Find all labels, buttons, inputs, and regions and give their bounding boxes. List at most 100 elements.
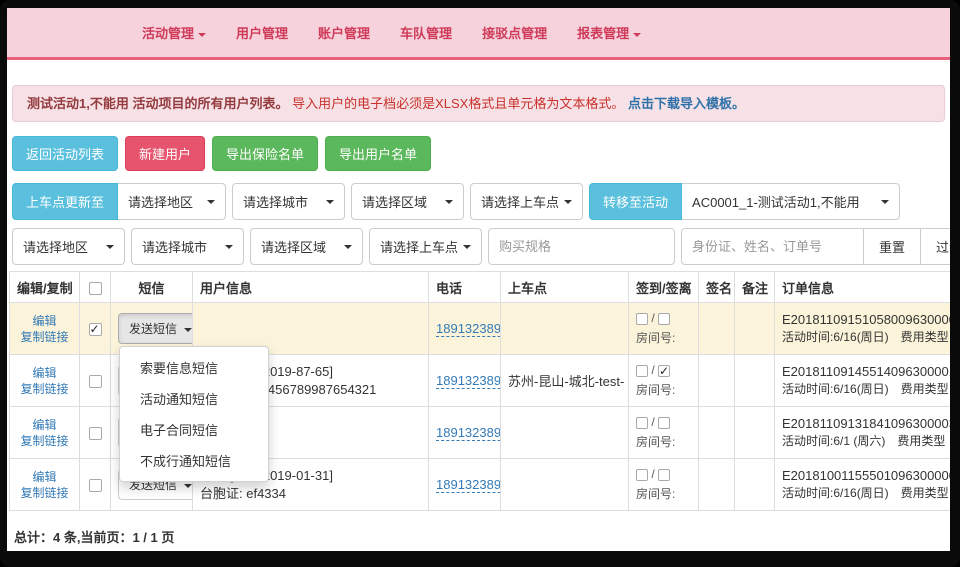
nav-item-user-management[interactable]: 用户管理 bbox=[236, 23, 288, 42]
edit-link[interactable]: 编辑 bbox=[17, 365, 72, 381]
menu-item-activity-notice-sms[interactable]: 活动通知短信 bbox=[120, 383, 268, 414]
district-select-top[interactable]: 请选择区域 bbox=[351, 183, 464, 220]
nav-label: 用户管理 bbox=[236, 26, 288, 41]
col-signature: 签名 bbox=[699, 272, 735, 303]
caret-down-icon bbox=[184, 484, 192, 488]
copy-link[interactable]: 复制链接 bbox=[17, 433, 72, 449]
order-info-cell: E201810011555010963000003 活动时间:6/16(周日) … bbox=[775, 459, 951, 511]
export-insurance-list-button[interactable]: 导出保险名单 bbox=[212, 136, 318, 171]
checkin-checkbox[interactable] bbox=[636, 313, 648, 325]
select-value: 请选择上车点 bbox=[380, 237, 458, 256]
download-template-link[interactable]: 点击下载导入模板。 bbox=[628, 96, 745, 111]
order-details: 活动时间:6/16(周日) 费用类型 bbox=[782, 329, 950, 346]
transfer-to-activity-button[interactable]: 转移至活动 bbox=[589, 183, 682, 220]
nav-item-account-management[interactable]: 账户管理 bbox=[318, 23, 370, 42]
back-to-activity-list-button[interactable]: 返回活动列表 bbox=[12, 136, 118, 171]
nav-label: 车队管理 bbox=[400, 26, 452, 41]
checkout-checkbox[interactable] bbox=[658, 469, 670, 481]
sign-separator: / bbox=[651, 415, 654, 429]
district-select-filter[interactable]: 请选择区域 bbox=[250, 228, 363, 265]
filter-button[interactable]: 过滤 bbox=[920, 228, 950, 265]
activity-select[interactable]: AC0001_1-测试活动1,不能用 bbox=[682, 183, 900, 220]
nav-label: 账户管理 bbox=[318, 26, 370, 41]
row-checkbox[interactable] bbox=[89, 323, 102, 336]
col-pickup: 上车点 bbox=[501, 272, 629, 303]
select-all-checkbox[interactable] bbox=[89, 282, 102, 295]
chevron-down-icon bbox=[881, 200, 889, 204]
phone-cell: 18913238900 bbox=[429, 407, 501, 459]
alert-banner: 测试活动1,不能用 活动项目的所有用户列表。 导入用户的电子档必须是XLSX格式… bbox=[12, 85, 945, 122]
col-select bbox=[80, 272, 111, 303]
send-sms-button[interactable]: 发送短信 bbox=[118, 313, 193, 344]
region-select-filter[interactable]: 请选择地区 bbox=[12, 228, 125, 265]
update-pickup-button[interactable]: 上车点更新至 bbox=[12, 183, 118, 220]
chevron-down-icon bbox=[225, 245, 233, 249]
signature-cell bbox=[699, 303, 735, 355]
order-details: 活动时间:6/1 (周六) 费用类型 bbox=[782, 433, 950, 450]
reset-button[interactable]: 重置 bbox=[863, 228, 921, 265]
edit-link[interactable]: 编辑 bbox=[17, 469, 72, 485]
note-cell bbox=[735, 303, 775, 355]
order-details: 活动时间:6/16(周日) 费用类型 bbox=[782, 485, 950, 502]
checkin-cell: / 房间号: bbox=[629, 303, 699, 355]
export-user-list-button[interactable]: 导出用户名单 bbox=[325, 136, 431, 171]
chevron-down-icon bbox=[326, 200, 334, 204]
chevron-down-icon bbox=[463, 245, 471, 249]
select-value: 请选择地区 bbox=[23, 237, 88, 256]
select-cell bbox=[80, 407, 111, 459]
sign-separator: / bbox=[651, 363, 654, 377]
city-select-filter[interactable]: 请选择城市 bbox=[131, 228, 244, 265]
pickup-point-select-top[interactable]: 请选择上车点 bbox=[470, 183, 583, 220]
checkin-cell: / 房间号: bbox=[629, 459, 699, 511]
screenshot-frame: 活动管理 用户管理 账户管理 车队管理 接驳点管理 报表管理 测试活动1,不能用… bbox=[0, 0, 960, 567]
search-group: 重置 过滤 bbox=[681, 228, 950, 265]
pickup-cell bbox=[501, 407, 629, 459]
row-checkbox[interactable] bbox=[89, 375, 102, 388]
order-info-cell: E2018110915105800963000025 活动时间:6/16(周日)… bbox=[775, 303, 951, 355]
menu-item-e-contract-sms[interactable]: 电子合同短信 bbox=[120, 414, 268, 445]
search-input[interactable] bbox=[681, 228, 864, 265]
nav-label: 报表管理 bbox=[577, 26, 629, 41]
copy-link[interactable]: 复制链接 bbox=[17, 329, 72, 345]
table-header-row: 编辑/复制 短信 用户信息 电话 上车点 签到/签离 签名 备注 订单信息 bbox=[10, 272, 951, 303]
nav-item-shuttle-point-management[interactable]: 接驳点管理 bbox=[482, 23, 547, 42]
row-checkbox[interactable] bbox=[89, 427, 102, 440]
chevron-down-icon bbox=[207, 200, 215, 204]
menu-item-request-info-sms[interactable]: 索要信息短信 bbox=[120, 352, 268, 383]
copy-link[interactable]: 复制链接 bbox=[17, 485, 72, 501]
col-edit-copy: 编辑/复制 bbox=[10, 272, 80, 303]
note-cell bbox=[735, 459, 775, 511]
menu-item-cancel-notice-sms[interactable]: 不成行通知短信 bbox=[120, 445, 268, 476]
phone-link[interactable]: 18913238900 bbox=[436, 321, 501, 337]
phone-link[interactable]: 18913238900 bbox=[436, 373, 501, 389]
pickup-cell bbox=[501, 459, 629, 511]
city-select-top[interactable]: 请选择城市 bbox=[232, 183, 345, 220]
nav-item-fleet-management[interactable]: 车队管理 bbox=[400, 23, 452, 42]
checkin-checkbox[interactable] bbox=[636, 469, 648, 481]
phone-link[interactable]: 18913238900 bbox=[436, 425, 501, 441]
col-user-info: 用户信息 bbox=[193, 272, 429, 303]
signature-cell bbox=[699, 407, 735, 459]
chevron-down-icon bbox=[564, 200, 572, 204]
chevron-down-icon bbox=[445, 200, 453, 204]
sign-separator: / bbox=[651, 467, 654, 481]
region-select-top[interactable]: 请选择地区 bbox=[118, 183, 226, 220]
checkout-checkbox[interactable] bbox=[658, 365, 670, 377]
checkin-checkbox[interactable] bbox=[636, 365, 648, 377]
checkin-checkbox[interactable] bbox=[636, 417, 648, 429]
nav-item-activity-management[interactable]: 活动管理 bbox=[142, 23, 206, 42]
col-note: 备注 bbox=[735, 272, 775, 303]
user-line2: 台胞证: ef4334 bbox=[200, 485, 421, 503]
alert-message: 导入用户的电子档必须是XLSX格式且单元格为文本格式。 bbox=[292, 96, 624, 111]
edit-link[interactable]: 编辑 bbox=[17, 417, 72, 433]
checkout-checkbox[interactable] bbox=[658, 313, 670, 325]
row-checkbox[interactable] bbox=[89, 479, 102, 492]
purchase-spec-input[interactable] bbox=[488, 228, 675, 265]
checkout-checkbox[interactable] bbox=[658, 417, 670, 429]
edit-link[interactable]: 编辑 bbox=[17, 313, 72, 329]
phone-link[interactable]: 18913238900 bbox=[436, 477, 501, 493]
pickup-point-select-filter[interactable]: 请选择上车点 bbox=[369, 228, 482, 265]
copy-link[interactable]: 复制链接 bbox=[17, 381, 72, 397]
nav-item-report-management[interactable]: 报表管理 bbox=[577, 23, 641, 42]
new-user-button[interactable]: 新建用户 bbox=[125, 136, 205, 171]
